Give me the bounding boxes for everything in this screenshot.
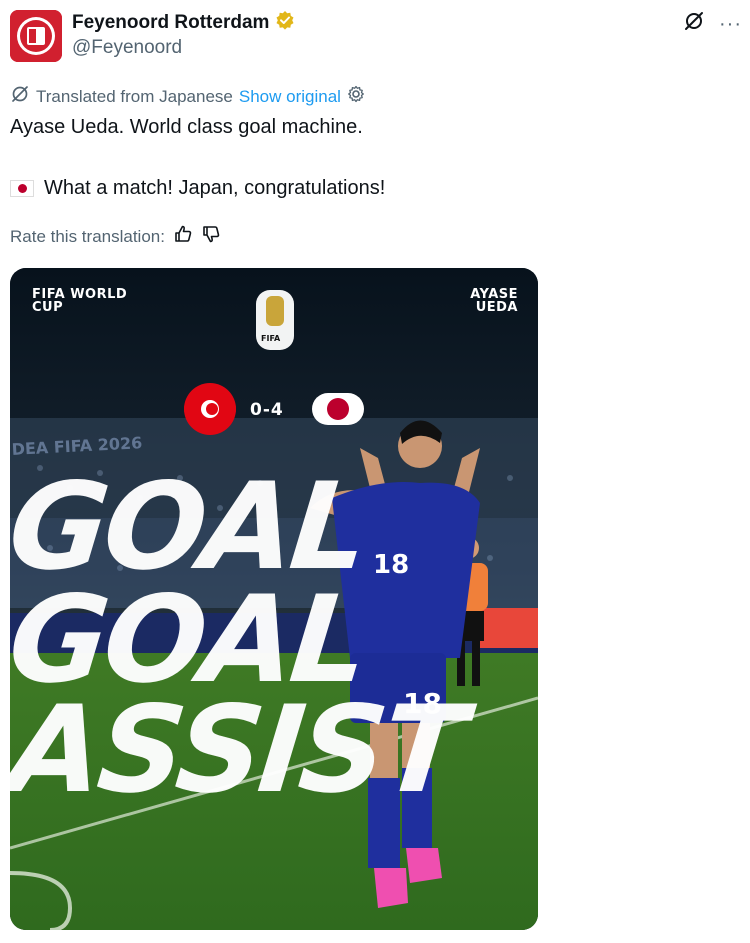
translated-label: Translated from Japanese (36, 86, 233, 106)
more-options-icon[interactable]: ··· (719, 14, 742, 34)
gear-icon[interactable] (347, 85, 365, 108)
goal-text-2: GOAL (10, 571, 372, 710)
world-cup-caption: FIFA WORLD CUP (32, 287, 128, 315)
thumbs-up-icon[interactable] (173, 224, 193, 249)
goal-text-1: GOAL (10, 458, 372, 597)
grok-icon[interactable] (683, 10, 705, 37)
japan-flag-icon (10, 179, 34, 197)
avatar[interactable] (10, 10, 62, 62)
display-name[interactable]: Feyenoord Rotterdam (72, 11, 269, 35)
fifa-logo-text: FIFA (261, 334, 281, 343)
rate-translation-label: Rate this translation: (10, 226, 165, 246)
verified-badge-icon (275, 10, 295, 35)
tweet-text-line-1: Ayase Ueda. World class goal machine. (10, 116, 363, 138)
show-original-link[interactable]: Show original (239, 87, 341, 107)
match-score: 0-4 (250, 400, 284, 420)
tweet-media-image[interactable]: 18 18 FIFA DEA FIFA 2026 FIFA WORLD CUP … (10, 268, 538, 930)
thumbs-down-icon[interactable] (201, 224, 221, 249)
tweet-text-line-2: What a match! Japan, congratulations! (44, 177, 386, 199)
svg-text:18: 18 (373, 550, 409, 580)
player-name-caption: AYASE UEDA (470, 287, 518, 315)
translate-icon (10, 84, 30, 109)
handle[interactable]: @Feyenoord (72, 36, 182, 60)
assist-text: ASSIST (10, 681, 468, 820)
